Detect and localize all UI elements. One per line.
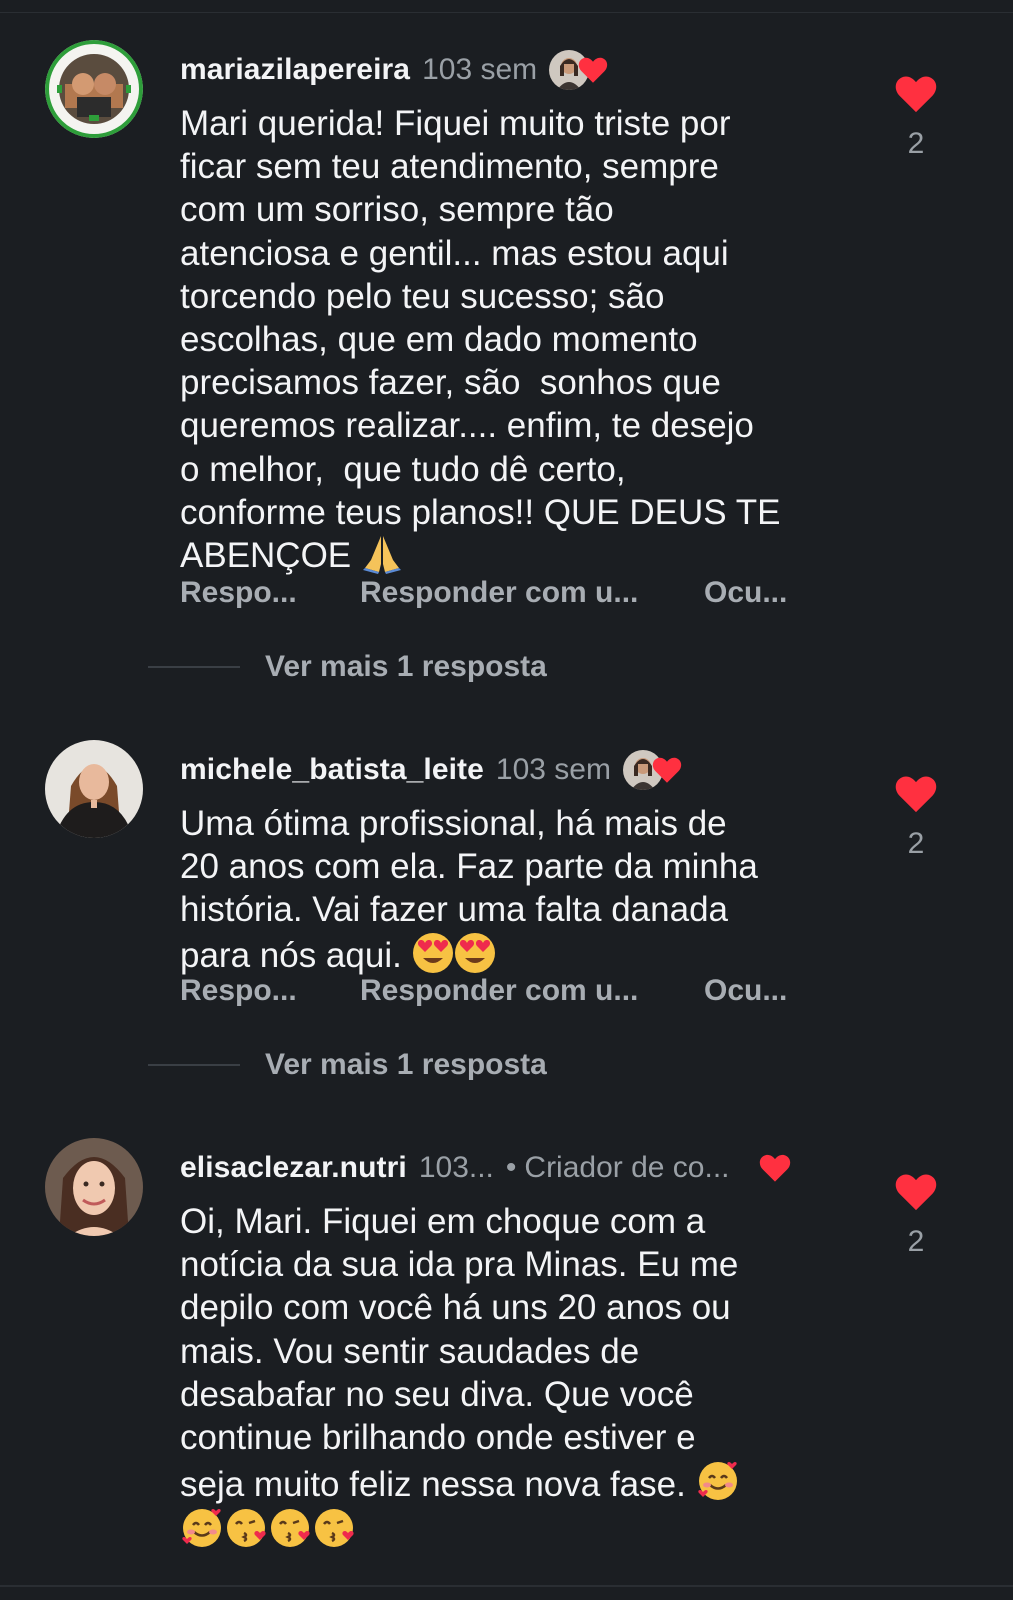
liked-by-creator-indicator xyxy=(623,748,683,792)
timestamp: 103 sem xyxy=(495,753,611,786)
like-count: 2 xyxy=(907,827,925,860)
avatar[interactable] xyxy=(45,740,143,838)
comment-header: michele_batista_leite 103 sem xyxy=(180,748,683,792)
timestamp: 103... xyxy=(418,1151,494,1184)
comment-actions: Respo... Responder com u... Ocu... xyxy=(180,576,787,610)
timestamp: 103 sem xyxy=(422,53,538,86)
heart-eyes-icon xyxy=(412,932,453,973)
comment-text: Mari querida! Fiquei muito triste por fi… xyxy=(180,104,781,576)
creator-badge-label: Criador de co... xyxy=(524,1151,730,1184)
view-more-replies-label: Ver mais 1 resposta xyxy=(265,650,547,683)
kissing-heart-icon xyxy=(271,1509,310,1548)
top-divider xyxy=(0,12,1013,13)
like-area: 2 xyxy=(892,1172,940,1259)
liked-by-creator-indicator xyxy=(549,48,609,92)
hide-button[interactable]: Ocu... xyxy=(704,576,787,610)
folded-hands-icon xyxy=(362,536,401,575)
replies-line xyxy=(148,1064,240,1066)
smiling-face-with-hearts-icon xyxy=(697,1462,737,1501)
replies-line xyxy=(148,666,240,668)
heart-icon[interactable] xyxy=(893,74,939,114)
comment-text: Uma ótima profissional, há mais de 20 an… xyxy=(180,804,758,975)
heart-icon xyxy=(578,57,608,83)
like-area: 2 xyxy=(892,774,940,861)
view-more-replies-label: Ver mais 1 resposta xyxy=(265,1048,547,1081)
smiling-face-with-hearts-icon xyxy=(182,1509,221,1548)
heart-eyes-icon xyxy=(454,932,495,973)
reply-button[interactable]: Respo... xyxy=(180,974,360,1008)
heart-icon xyxy=(759,1154,790,1182)
reply-with-media-button[interactable]: Responder com u... xyxy=(360,974,704,1008)
username[interactable]: mariazilapereira xyxy=(180,53,410,87)
heart-icon[interactable] xyxy=(893,774,939,814)
avatar[interactable] xyxy=(45,40,143,138)
username[interactable]: michele_batista_leite xyxy=(180,753,484,787)
comment-header: elisaclezar.nutri 103... • Criador de co… xyxy=(180,1146,792,1190)
kissing-heart-icon xyxy=(227,1509,266,1548)
like-area: 2 xyxy=(892,74,940,161)
comment-text: Oi, Mari. Fiquei em choque com a notícia… xyxy=(180,1200,860,1554)
username[interactable]: elisaclezar.nutri xyxy=(180,1151,407,1185)
heart-icon xyxy=(652,757,682,783)
heart-icon[interactable] xyxy=(893,1172,939,1212)
bottom-divider xyxy=(0,1585,1013,1587)
reply-button[interactable]: Respo... xyxy=(180,576,360,610)
kissing-heart-icon xyxy=(315,1509,354,1548)
avatar[interactable] xyxy=(45,1138,143,1236)
like-count: 2 xyxy=(907,1225,925,1258)
like-count: 2 xyxy=(907,127,925,160)
separator-dot: • xyxy=(505,1151,517,1184)
comment-header: mariazilapereira 103 sem xyxy=(180,48,609,92)
hide-button[interactable]: Ocu... xyxy=(704,974,787,1008)
comment-actions: Respo... Responder com u... Ocu... xyxy=(180,974,787,1008)
view-more-replies[interactable]: Ver mais 1 resposta xyxy=(148,650,547,684)
view-more-replies[interactable]: Ver mais 1 resposta xyxy=(148,1048,547,1082)
reply-with-media-button[interactable]: Responder com u... xyxy=(360,576,704,610)
